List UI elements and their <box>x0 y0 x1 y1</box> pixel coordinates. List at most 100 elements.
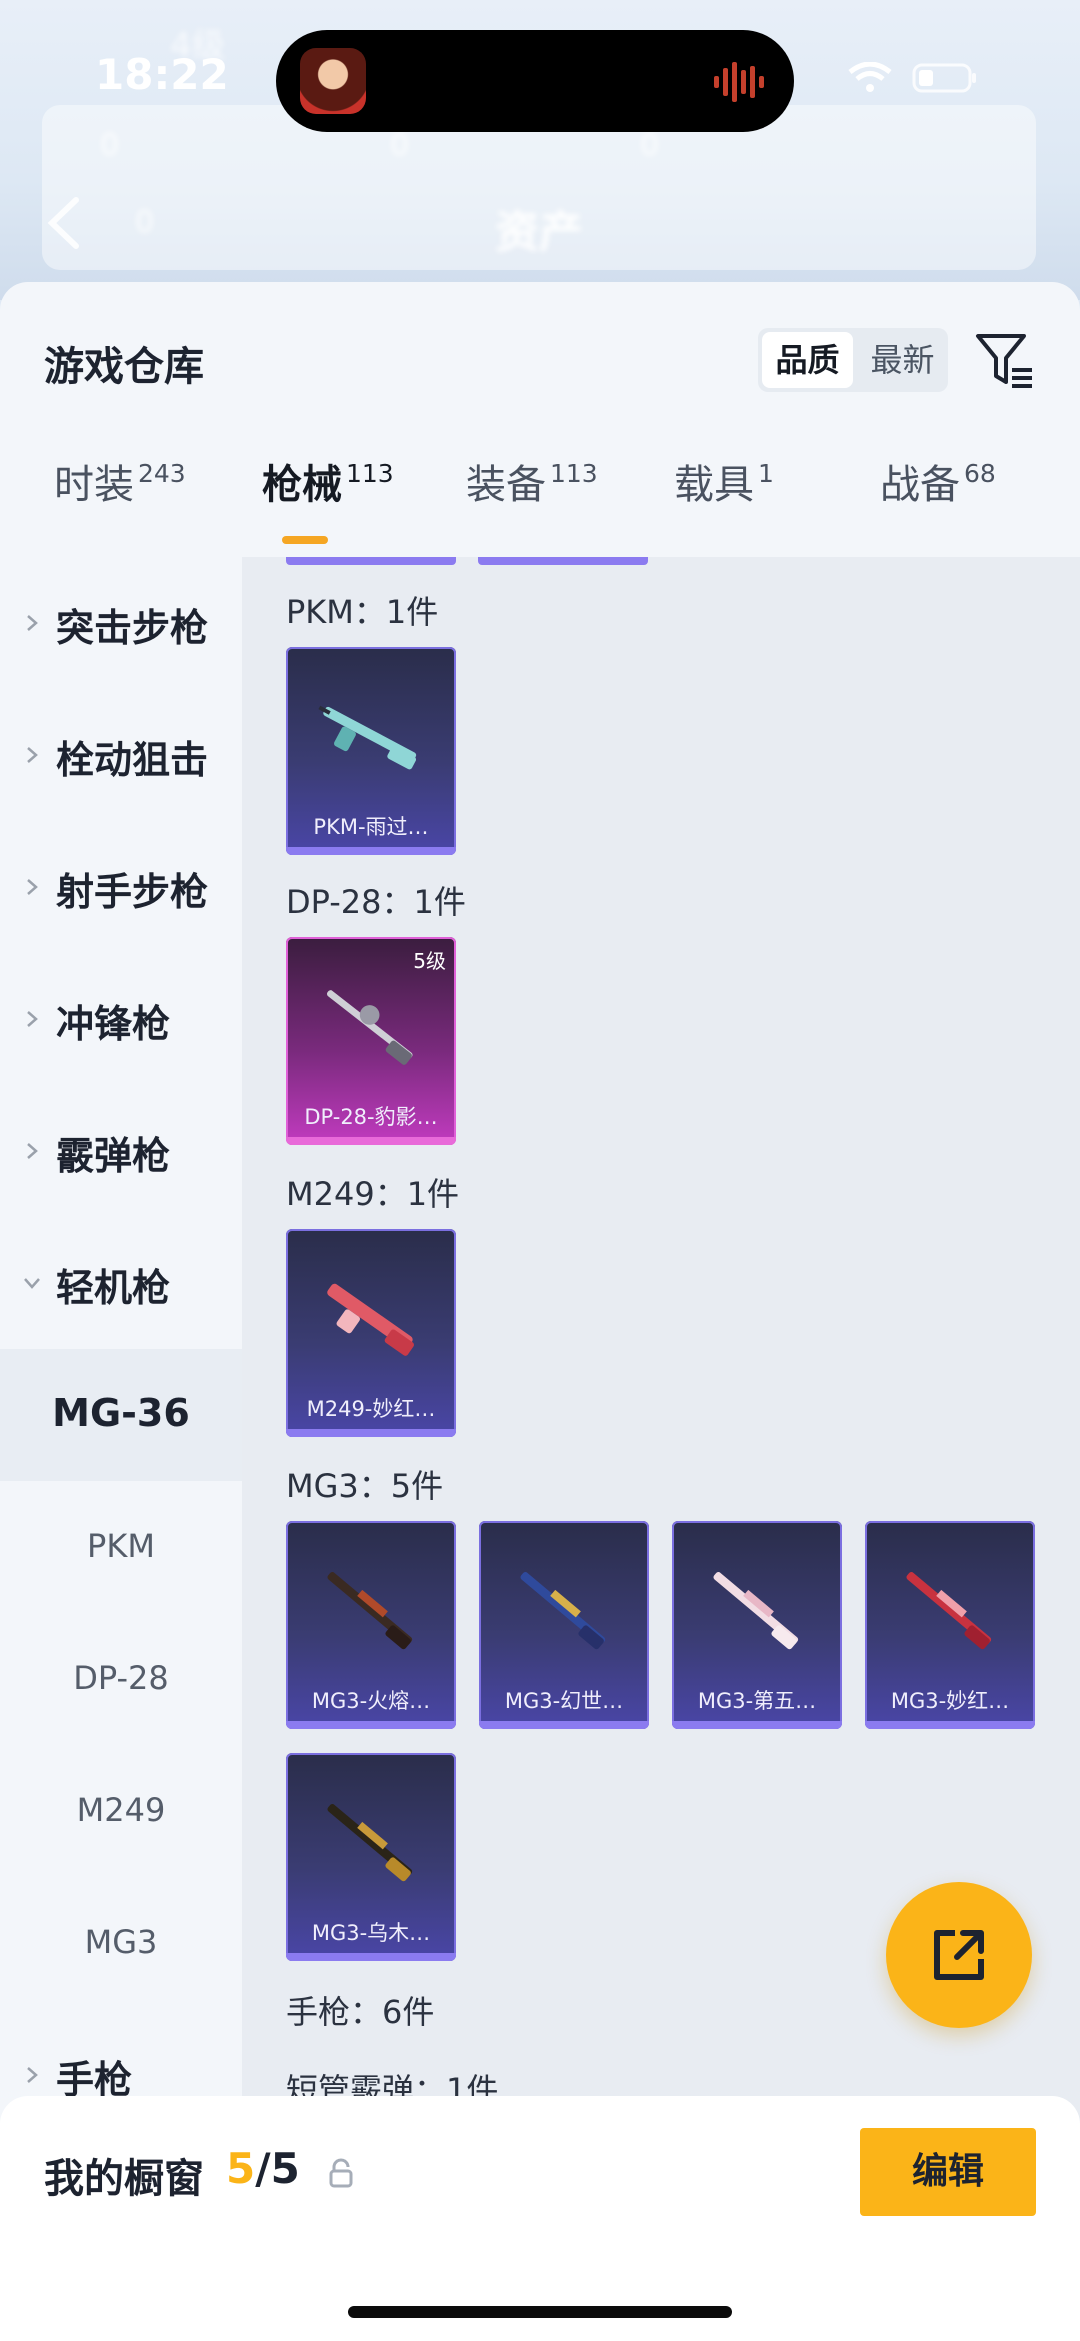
lmg-icon <box>318 705 417 770</box>
group-label-dp28: DP-28：1件 <box>286 883 466 921</box>
sidebar-item-assault-rifle[interactable]: 突击步枪 <box>0 557 242 689</box>
share-icon <box>934 1930 984 1980</box>
skin-card[interactable]: MG3-幻世… <box>479 1521 649 1729</box>
sidebar-subitem-m249[interactable]: M249 <box>0 1745 242 1877</box>
tab-count: 1 <box>758 459 774 488</box>
tab-equipment[interactable]: 装备 113 <box>466 452 598 510</box>
skin-name: PKM-雨过… <box>313 815 429 839</box>
tab-label: 枪械 <box>262 462 342 508</box>
tab-supplies[interactable]: 战备 68 <box>880 452 996 510</box>
chevron-right-icon <box>27 2067 38 2083</box>
sidebar-item-label: 突击步枪 <box>56 606 209 650</box>
chevron-right-icon <box>27 747 38 763</box>
skin-card[interactable]: MG3-第五… <box>672 1521 842 1729</box>
sidebar-item-label: MG3 <box>84 1923 158 1961</box>
filter-icon[interactable] <box>974 330 1034 390</box>
asset-title: 资产 <box>495 207 583 258</box>
ghost-value: 0 <box>135 205 155 240</box>
lmg-icon <box>327 1283 414 1356</box>
sidebar-item-label: MG-36 <box>52 1391 190 1435</box>
edit-button[interactable]: 编辑 <box>860 2128 1036 2216</box>
skin-card[interactable]: MG3-乌木… <box>286 1753 456 1961</box>
sidebar-item-label: 轻机枪 <box>56 1266 171 1310</box>
group-label-mg3: MG3：5件 <box>286 1467 444 1505</box>
sort-option-latest[interactable]: 最新 <box>857 328 948 392</box>
tab-count: 113 <box>550 459 598 488</box>
active-tab-indicator <box>282 536 328 544</box>
tab-vehicles[interactable]: 载具 1 <box>674 452 774 510</box>
mg-icon <box>327 1572 413 1650</box>
sidebar-item-dmr[interactable]: 射手步枪 <box>0 821 242 953</box>
weapon-list: PKM：1件 PKM-雨过… DP-28：1件 5级 DP-28-豹影… M24… <box>242 557 1080 2341</box>
chevron-right-icon <box>27 1011 38 1027</box>
tab-firearms[interactable]: 枪械 113 <box>262 452 394 510</box>
showcase-count: 5/5 <box>226 2144 300 2193</box>
sidebar-subitem-pkm[interactable]: PKM <box>0 1481 242 1613</box>
chevron-right-icon <box>27 615 38 631</box>
skin-name: M249-妙红… <box>306 1397 436 1421</box>
skin-card[interactable]: PKM-雨过… <box>286 647 456 855</box>
group-label-pistol: 手枪：6件 <box>286 1993 435 2031</box>
lmg-icon <box>326 990 413 1065</box>
chevron-right-icon <box>27 879 38 895</box>
group-label-m249: M249：1件 <box>286 1175 460 1213</box>
ghost-value: 0 <box>390 128 410 163</box>
skin-name: MG3-第五… <box>697 1689 817 1713</box>
level-text: 4级 <box>170 26 226 66</box>
share-button[interactable] <box>886 1882 1032 2028</box>
sidebar-item-label: 射手步枪 <box>56 870 209 914</box>
sidebar-subitem-mg3[interactable]: MG3 <box>0 1877 242 2009</box>
warehouse-sheet: 游戏仓库 品质 最新 时装 243 枪械 113 装备 113 载具 1 战备 68 突击… <box>0 282 1080 2341</box>
sidebar-item-label: 栓动狙击 <box>56 738 209 782</box>
showcase-count-total: /5 <box>255 2144 300 2193</box>
back-icon[interactable] <box>44 196 84 250</box>
sidebar-item-label: 冲锋枪 <box>56 1002 171 1046</box>
battery-icon <box>912 63 976 93</box>
group-label-pkm: PKM：1件 <box>286 593 439 631</box>
home-indicator <box>348 2306 732 2318</box>
background-header: 18:22 4级 0 0 0 0 资产 <box>0 0 1080 300</box>
showcase-label: 我的橱窗 <box>44 2156 204 2202</box>
skin-card[interactable]: 5级 DP-28-豹影… <box>286 937 456 1145</box>
sidebar-item-label: PKM <box>87 1527 155 1565</box>
mg-icon <box>906 1572 992 1650</box>
skin-card[interactable]: M249-妙红… <box>286 1229 456 1437</box>
sidebar-item-label: DP-28 <box>73 1659 169 1697</box>
chevron-down-icon <box>24 1278 40 1289</box>
mg-icon <box>520 1572 606 1650</box>
skin-name: DP-28-豹影… <box>304 1105 438 1129</box>
sidebar-subitem-mg36[interactable]: MG-36 <box>0 1349 242 1481</box>
sort-option-quality[interactable]: 品质 <box>762 332 853 388</box>
chevron-right-icon <box>27 1143 38 1159</box>
showcase-bar: 我的橱窗 5/5 编辑 <box>0 2096 1080 2341</box>
ghost-value: 0 <box>100 128 120 163</box>
mg-icon <box>327 1804 413 1882</box>
card-edge <box>478 557 648 565</box>
tab-label: 载具 <box>674 462 754 508</box>
sidebar-item-shotgun[interactable]: 霰弹枪 <box>0 1085 242 1217</box>
skin-name: MG3-乌木… <box>311 1921 431 1945</box>
skin-name: MG3-火熔… <box>311 1689 431 1713</box>
showcase-count-current: 5 <box>226 2144 256 2193</box>
sidebar-item-bolt-sniper[interactable]: 栓动狙击 <box>0 689 242 821</box>
page-title: 游戏仓库 <box>44 344 204 390</box>
tab-fashion[interactable]: 时装 243 <box>54 452 186 510</box>
tab-label: 装备 <box>466 462 546 508</box>
sidebar-subitem-dp28[interactable]: DP-28 <box>0 1613 242 1745</box>
tab-label: 战备 <box>880 462 960 508</box>
sort-toggle[interactable]: 品质 最新 <box>758 328 948 392</box>
sidebar-item-label: M249 <box>76 1791 166 1829</box>
lock-icon <box>329 2158 353 2188</box>
sidebar-item-lmg[interactable]: 轻机枪 <box>0 1217 242 1349</box>
dynamic-island <box>276 30 794 132</box>
tab-count: 68 <box>964 459 996 488</box>
skin-card[interactable]: MG3-妙红… <box>865 1521 1035 1729</box>
skin-name: MG3-幻世… <box>504 1689 624 1713</box>
card-edge <box>286 557 456 565</box>
mg-icon <box>713 1572 799 1650</box>
sidebar-item-smg[interactable]: 冲锋枪 <box>0 953 242 1085</box>
skin-card[interactable]: MG3-火熔… <box>286 1521 456 1729</box>
weapon-category-sidebar: 突击步枪 栓动狙击 射手步枪 冲锋枪 霰弹枪 轻机枪 MG-36 PKM DP-… <box>0 557 242 2341</box>
audio-wave-icon <box>714 62 764 102</box>
ghost-value: 0 <box>640 128 660 163</box>
